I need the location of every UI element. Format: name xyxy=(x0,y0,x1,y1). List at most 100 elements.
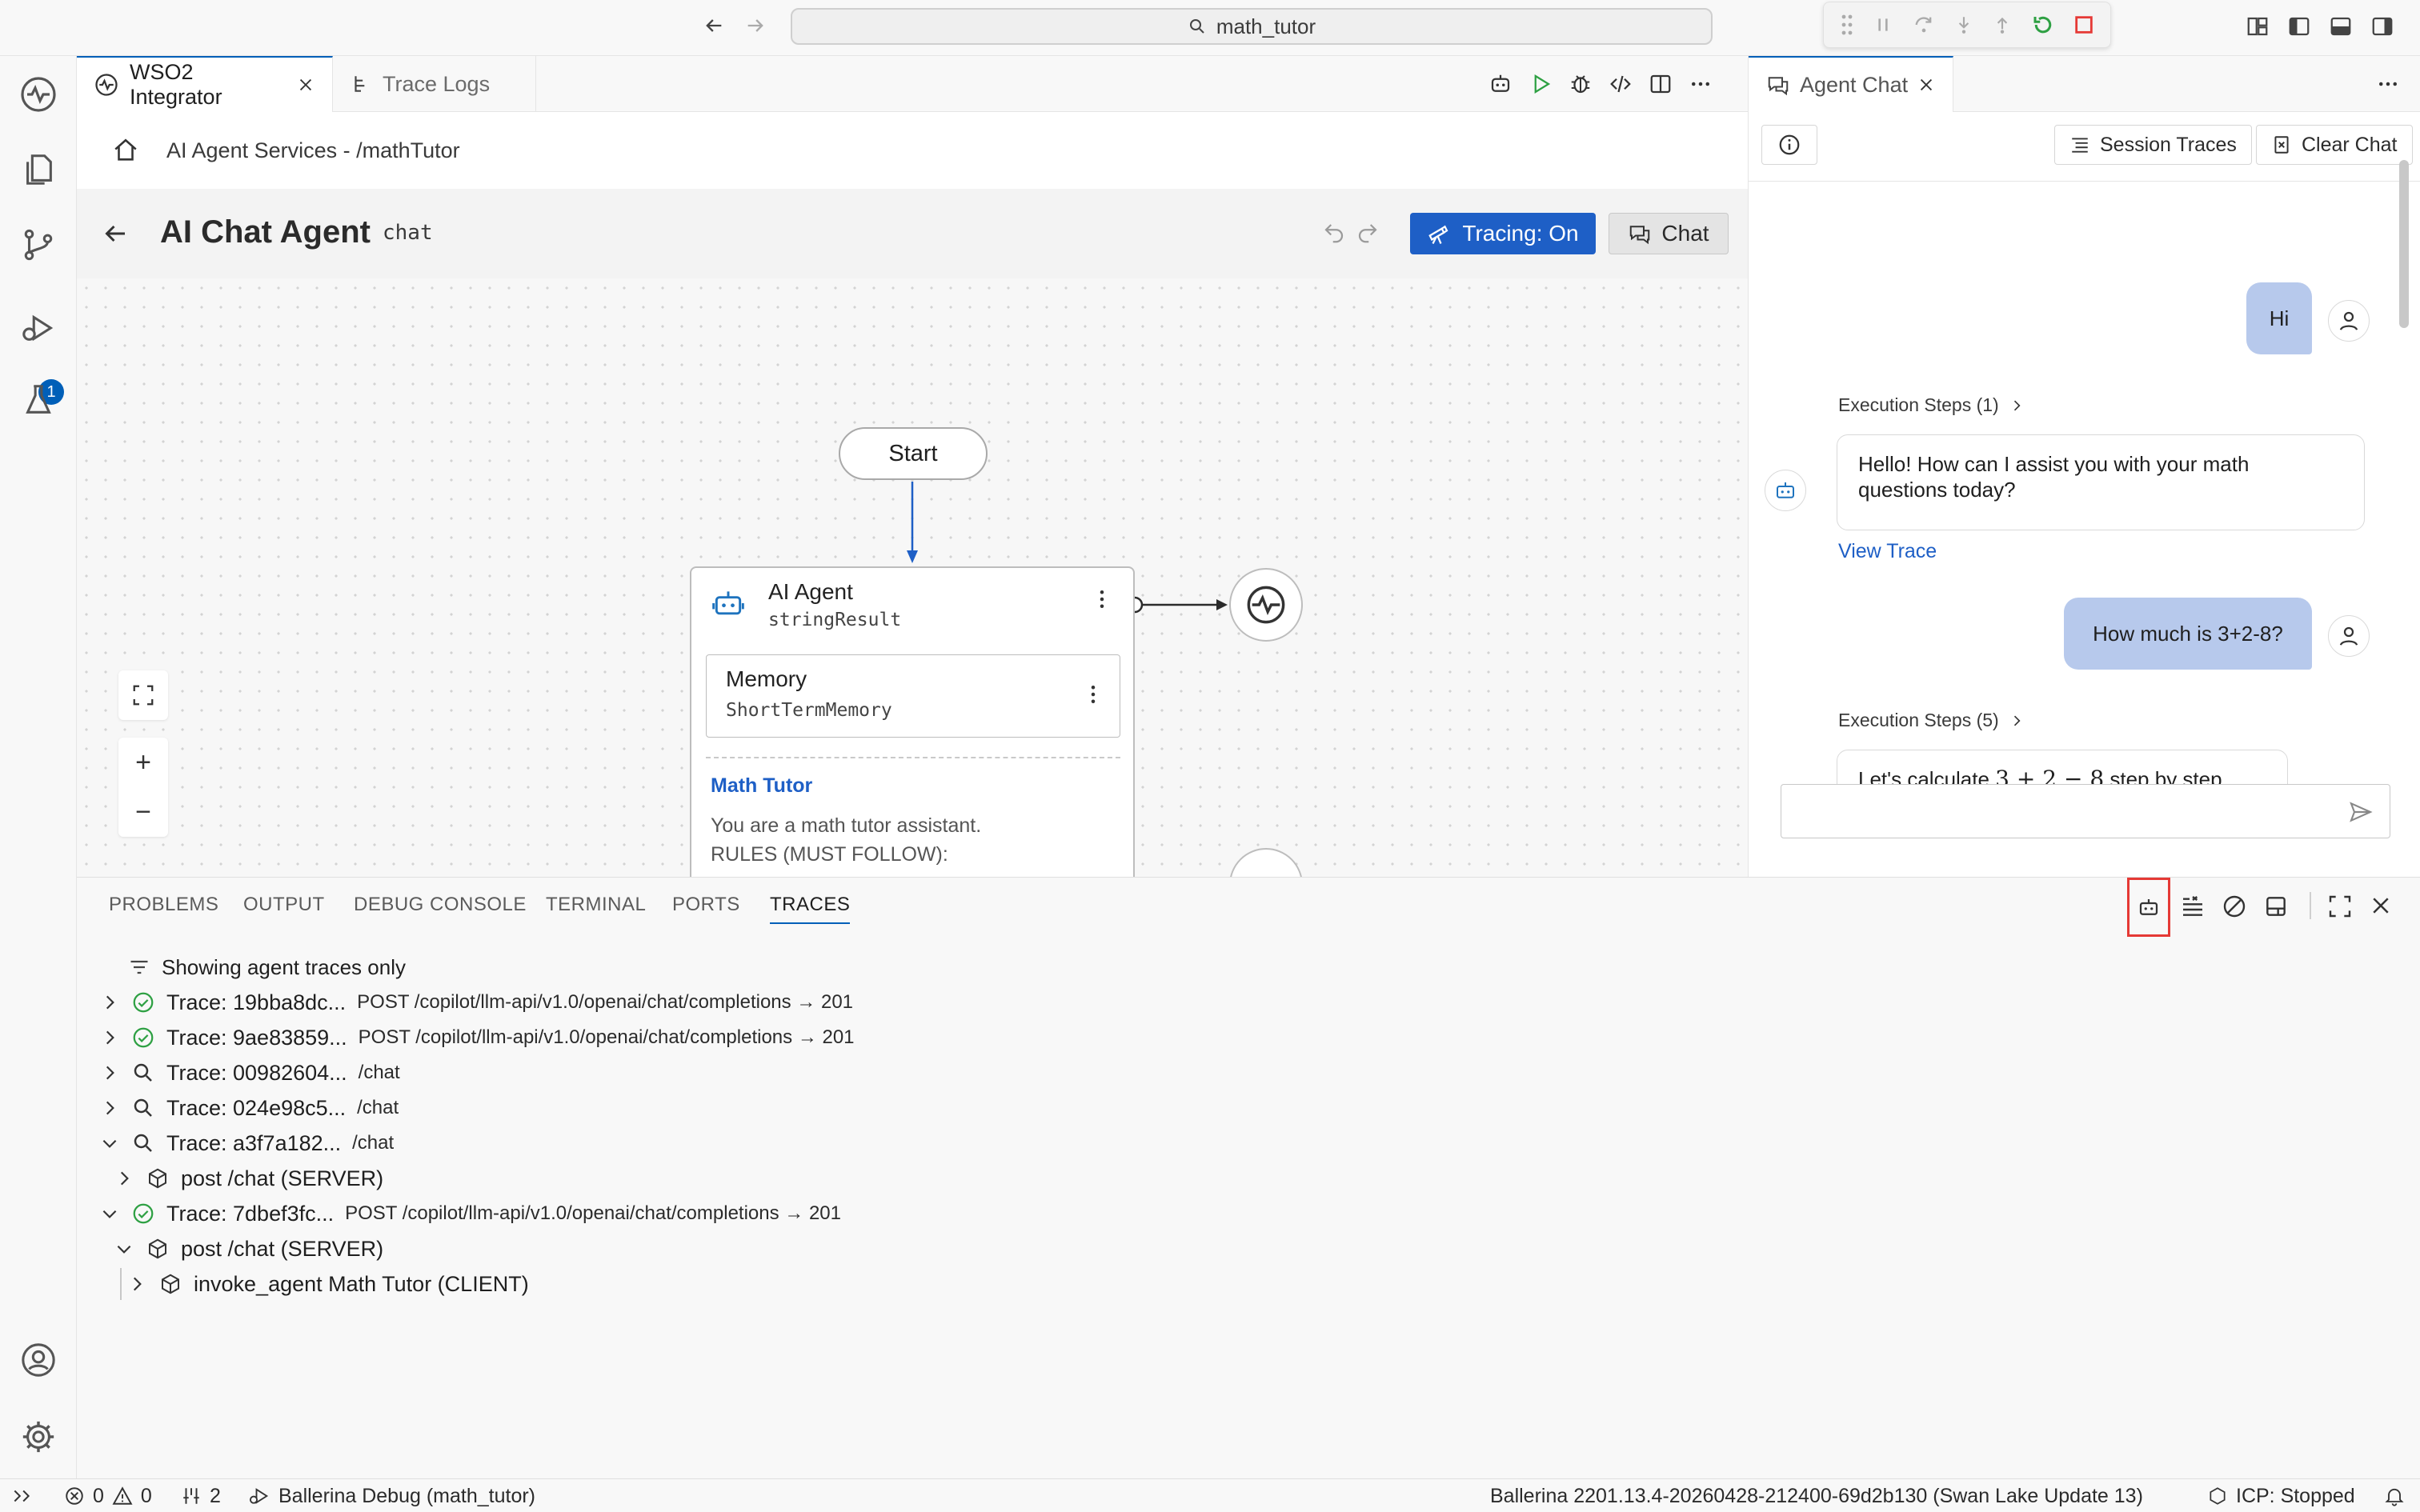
info-button[interactable] xyxy=(1761,125,1817,165)
restart-icon[interactable] xyxy=(2031,13,2055,37)
span-row[interactable]: invoke_agent Math Tutor (CLIENT) xyxy=(126,1268,529,1300)
trace-row[interactable]: Trace: a3f7a182... /chat xyxy=(99,1127,394,1159)
command-center-search[interactable]: math_tutor xyxy=(791,8,1713,45)
wso2-integrator-icon[interactable] xyxy=(19,75,58,114)
step-into-icon[interactable] xyxy=(1953,14,1974,36)
debug-status[interactable]: Ballerina Debug (math_tutor) xyxy=(248,1479,535,1512)
close-tab-icon[interactable] xyxy=(297,76,315,94)
clear-chat-button[interactable]: Clear Chat xyxy=(2256,125,2413,165)
prompt-line-2: RULES (MUST FOLLOW): xyxy=(711,843,948,866)
fit-view-icon[interactable] xyxy=(118,670,168,720)
chevron-down-icon xyxy=(114,1238,134,1259)
problems-status[interactable]: 0 0 xyxy=(64,1479,152,1512)
span-row[interactable]: post /chat (SERVER) xyxy=(114,1233,383,1265)
close-panel-icon[interactable] xyxy=(2369,894,2393,918)
ai-agent-node[interactable]: AI Agent stringResult Memory ShortTermMe… xyxy=(690,566,1135,877)
source-control-icon[interactable] xyxy=(19,226,58,264)
ports-status[interactable]: 2 xyxy=(181,1479,221,1512)
settings-gear-icon[interactable] xyxy=(19,1418,58,1456)
icp-status[interactable]: ICP: Stopped xyxy=(2207,1479,2355,1512)
ballerina-version[interactable]: Ballerina 2201.13.4-20260428-212400-69d2… xyxy=(1490,1479,2143,1512)
start-node[interactable]: Start xyxy=(839,427,988,480)
export-icon[interactable] xyxy=(2263,894,2289,919)
collapse-all-icon[interactable] xyxy=(2180,894,2206,919)
toggle-secondary-sidebar-icon[interactable] xyxy=(2370,14,2394,38)
drag-handle-icon[interactable] xyxy=(1839,14,1855,36)
debug-icon[interactable] xyxy=(1569,72,1593,96)
chevron-right-icon xyxy=(99,992,120,1013)
agent-traces-filter-button[interactable] xyxy=(2127,878,2170,937)
zoom-out-button[interactable]: − xyxy=(118,787,168,837)
trace-path: POST /copilot/llm-api/v1.0/openai/chat/c… xyxy=(345,1202,841,1224)
tab-trace-logs[interactable]: Trace Logs xyxy=(333,56,536,112)
home-icon[interactable] xyxy=(112,137,139,164)
split-editor-icon[interactable] xyxy=(1649,72,1673,96)
tab-problems[interactable]: PROBLEMS xyxy=(109,894,218,916)
customize-layout-icon[interactable] xyxy=(2246,14,2270,38)
testing-flask-icon[interactable] xyxy=(19,381,58,419)
maximize-panel-icon[interactable] xyxy=(2327,894,2353,919)
send-icon[interactable] xyxy=(2348,799,2374,825)
redo-icon[interactable] xyxy=(1356,221,1380,245)
more-actions-icon[interactable] xyxy=(1689,72,1713,96)
trace-row[interactable]: Trace: 19bba8dc... POST /copilot/llm-api… xyxy=(99,986,853,1018)
tab-traces[interactable]: TRACES xyxy=(770,894,851,924)
tracing-toggle-button[interactable]: Tracing: On xyxy=(1410,213,1596,254)
toggle-panel-icon[interactable] xyxy=(2329,14,2353,38)
session-traces-button[interactable]: Session Traces xyxy=(2054,125,2252,165)
trace-row[interactable]: Trace: 00982604... /chat xyxy=(99,1057,400,1089)
run-and-debug-icon[interactable] xyxy=(19,309,58,347)
back-arrow-icon[interactable] xyxy=(703,14,725,37)
node-divider xyxy=(706,757,1120,758)
tab-debug-console[interactable]: DEBUG CONSOLE xyxy=(354,894,527,916)
span-row[interactable]: post /chat (SERVER) xyxy=(114,1162,383,1194)
chat-scrollbar[interactable] xyxy=(2399,160,2409,328)
model-provider-node[interactable] xyxy=(1229,568,1303,642)
step-out-icon[interactable] xyxy=(1992,14,2013,36)
chat-input[interactable] xyxy=(1781,784,2390,838)
breadcrumb-service[interactable]: AI Agent Services - /mathTutor xyxy=(166,138,460,163)
memory-node[interactable]: Memory ShortTermMemory xyxy=(706,654,1120,738)
forward-arrow-icon[interactable] xyxy=(744,14,767,37)
ai-copilot-icon[interactable] xyxy=(1488,72,1512,96)
chat-tab-bar: Agent Chat xyxy=(1749,56,2420,112)
tab-output[interactable]: OUTPUT xyxy=(243,894,325,916)
pause-icon[interactable] xyxy=(1873,14,1893,36)
trace-row[interactable]: Trace: 7dbef3fc... POST /copilot/llm-api… xyxy=(99,1198,841,1230)
run-icon[interactable] xyxy=(1529,72,1553,96)
notifications-bell-icon[interactable] xyxy=(2383,1479,2406,1512)
clear-traces-icon[interactable] xyxy=(2222,894,2247,919)
memory-menu-icon[interactable] xyxy=(1081,682,1105,706)
cube-icon xyxy=(158,1272,182,1296)
code-view-icon[interactable] xyxy=(1609,72,1633,96)
chat-more-icon[interactable] xyxy=(2376,72,2400,96)
stop-icon[interactable] xyxy=(2073,14,2095,36)
agent-message: Hello! How can I assist you with your ma… xyxy=(1837,434,2365,530)
trace-path: /chat xyxy=(358,1062,400,1083)
zoom-in-button[interactable]: + xyxy=(118,738,168,787)
tab-ports[interactable]: PORTS xyxy=(672,894,740,916)
trace-row[interactable]: Trace: 9ae83859... POST /copilot/llm-api… xyxy=(99,1022,855,1054)
agent-menu-icon[interactable] xyxy=(1090,587,1114,611)
agent-chat-panel: Agent Chat Session Traces Clear Chat Hi … xyxy=(1748,56,2420,877)
accounts-icon[interactable] xyxy=(19,1341,58,1379)
back-icon[interactable] xyxy=(101,219,130,248)
page-subtitle: chat xyxy=(383,221,433,245)
tab-wso2-integrator[interactable]: WSO2 Integrator xyxy=(77,56,333,112)
tab-agent-chat[interactable]: Agent Chat xyxy=(1749,56,1953,112)
step-over-icon[interactable] xyxy=(1912,14,1936,36)
view-trace-link[interactable]: View Trace xyxy=(1838,540,1937,563)
icp-label: ICP: Stopped xyxy=(2236,1484,2355,1507)
tab-terminal[interactable]: TERMINAL xyxy=(546,894,646,916)
execution-steps-toggle[interactable]: Execution Steps (5) xyxy=(1838,710,2025,731)
explorer-icon[interactable] xyxy=(19,150,58,189)
diagram-canvas[interactable]: Start AI Agent stringResult Memory Short… xyxy=(77,278,1748,877)
actions-divider xyxy=(2310,892,2311,919)
execution-steps-toggle[interactable]: Execution Steps (1) xyxy=(1838,394,2025,416)
toggle-primary-sidebar-icon[interactable] xyxy=(2287,14,2311,38)
close-tab-icon[interactable] xyxy=(1917,76,1935,94)
chat-button[interactable]: Chat xyxy=(1609,213,1729,254)
remote-indicator-icon[interactable] xyxy=(11,1479,32,1512)
trace-row[interactable]: Trace: 024e98c5... /chat xyxy=(99,1092,399,1124)
undo-icon[interactable] xyxy=(1322,221,1346,245)
